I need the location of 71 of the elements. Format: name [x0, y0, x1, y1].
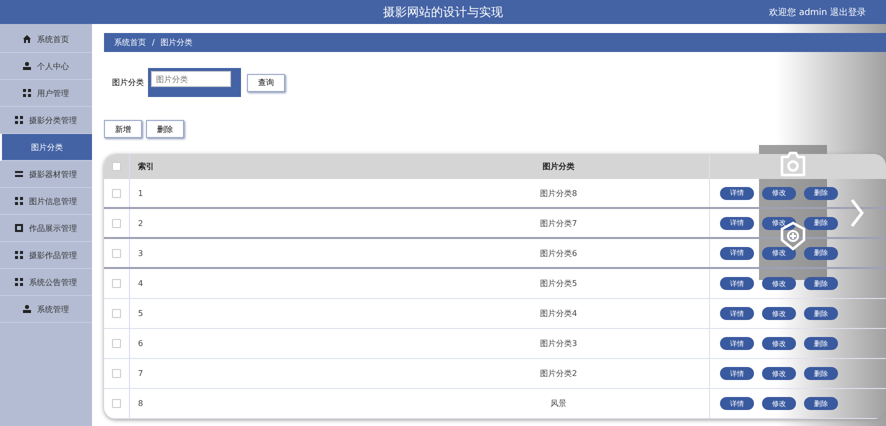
table-cell: 4: [129, 269, 408, 298]
sidebar-item[interactable]: 作品展示管理: [0, 215, 92, 242]
grid-icon: [15, 197, 23, 205]
chevron-right-icon[interactable]: [850, 198, 864, 228]
table-cell-text: 图片分类2: [538, 368, 578, 379]
sidebar-label: 图片信息管理: [29, 196, 77, 206]
sidebar-item[interactable]: 系统管理: [0, 296, 92, 323]
sidebar-label: 摄影作品管理: [29, 250, 77, 260]
row-checkbox[interactable]: [112, 369, 121, 378]
row-checkbox[interactable]: [112, 188, 121, 198]
select-all-checkbox[interactable]: [112, 162, 121, 171]
sidebar-label: 摄影器材管理: [29, 168, 77, 180]
sidebar-label: 个人中心: [37, 60, 69, 72]
square-icon: [15, 224, 23, 232]
row-checkbox[interactable]: [112, 309, 121, 318]
table-cell: 3: [129, 239, 408, 267]
table-cell-text: 图片分类3: [538, 338, 578, 349]
breadcrumb-current: 图片分类: [160, 37, 193, 48]
grid-icon: [23, 89, 31, 97]
table-cell: 5: [129, 299, 408, 328]
table-cell-text: 图片分类4: [538, 308, 578, 319]
row-checkbox[interactable]: [112, 399, 121, 408]
column-header: 图片分类: [542, 161, 576, 172]
sidebar-item[interactable]: 个人中心: [0, 53, 92, 80]
sidebar-item[interactable]: 摄影器材管理: [0, 161, 92, 188]
column-header: 索引: [129, 154, 408, 179]
sidebar-label: 系统公告管理: [29, 276, 77, 288]
sidebar-label: 系统管理: [37, 304, 69, 314]
sidebar-label: 作品展示管理: [29, 222, 77, 234]
row-checkbox[interactable]: [112, 248, 121, 258]
table-cell-text: 图片分类8: [538, 188, 578, 198]
person-icon: [23, 305, 31, 313]
action-button[interactable]: 删除: [146, 120, 184, 138]
row-checkbox[interactable]: [112, 218, 121, 228]
sidebar-item[interactable]: 图片分类: [0, 134, 92, 161]
row-checkbox[interactable]: [112, 279, 121, 288]
row-checkbox[interactable]: [112, 339, 121, 348]
home-icon: [23, 35, 31, 43]
sidebar-item[interactable]: 图片信息管理: [0, 188, 92, 215]
app-title: 摄影网站的设计与实现: [383, 4, 503, 20]
table-cell: 2: [129, 209, 408, 237]
table-cell: 1: [129, 179, 408, 207]
sidebar-label: 系统首页: [37, 34, 69, 44]
grid-icon: [15, 116, 23, 124]
sidebar-label: 用户管理: [37, 88, 69, 98]
table-cell-text: 图片分类5: [538, 278, 578, 289]
person-icon: [23, 62, 31, 70]
sidebar-item[interactable]: 系统公告管理: [0, 269, 92, 296]
breadcrumb-link[interactable]: 系统首页: [114, 37, 146, 48]
sidebar-item[interactable]: 系统首页: [0, 26, 92, 53]
sidebar-label: 摄影分类管理: [29, 114, 77, 126]
camera-icon[interactable]: [779, 151, 807, 177]
user-info: 欢迎您 admin 退出登录: [769, 6, 866, 18]
shield-icon[interactable]: [779, 221, 807, 251]
grid-icon: [15, 251, 23, 259]
table-cell-text: 风景: [550, 398, 568, 409]
sidebar-item[interactable]: 用户管理: [0, 80, 92, 107]
search-label: 图片分类: [112, 77, 144, 88]
table-cell: 8: [129, 389, 408, 418]
search-button[interactable]: 查询: [247, 74, 285, 92]
table-cell: 6: [129, 329, 408, 358]
table-cell-text: 图片分类6: [538, 248, 578, 258]
sidebar-item[interactable]: 摄影作品管理: [0, 242, 92, 269]
sidebar-label: 图片分类: [31, 142, 63, 152]
action-button[interactable]: 新增: [104, 120, 142, 138]
search-field[interactable]: 图片分类: [148, 68, 241, 97]
breadcrumb-separator: /: [152, 38, 155, 47]
grid-icon: [15, 278, 23, 286]
list-icon: [15, 170, 23, 178]
table-cell-text: 图片分类7: [538, 218, 578, 228]
table-cell: 7: [129, 359, 408, 388]
